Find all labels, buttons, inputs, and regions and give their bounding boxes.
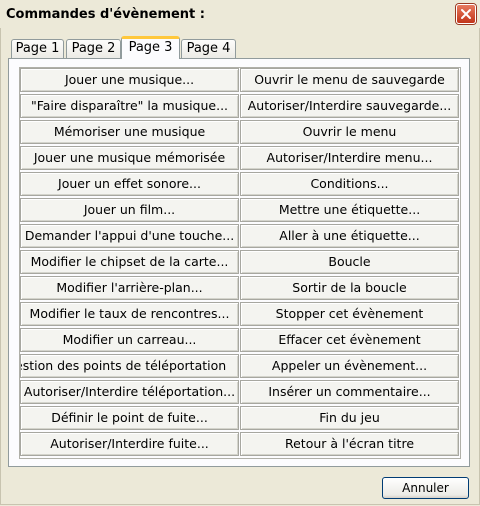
command-button-left[interactable]: Modifier un carreau... xyxy=(20,328,239,352)
command-button-left[interactable]: estion des points de téléportation xyxy=(20,354,239,378)
close-button[interactable] xyxy=(456,4,476,24)
command-button-right[interactable]: Insérer un commentaire... xyxy=(240,380,459,404)
close-icon xyxy=(461,9,471,19)
command-button-left[interactable]: Jouer une musique... xyxy=(20,68,239,92)
tab-page-2[interactable]: Page 2 xyxy=(66,39,121,58)
command-button-right[interactable]: Autoriser/Interdire menu... xyxy=(240,146,459,170)
command-button-right[interactable]: Stopper cet évènement xyxy=(240,302,459,326)
command-button-left[interactable]: Jouer une musique mémorisée xyxy=(20,146,239,170)
title-bar: Commandes d'évènement : xyxy=(0,0,480,30)
command-button-left[interactable]: Jouer un film... xyxy=(20,198,239,222)
command-button-left[interactable]: Modifier l'arrière-plan... xyxy=(20,276,239,300)
command-button-right[interactable]: Aller à une étiquette... xyxy=(240,224,459,248)
command-button-right[interactable]: Appeler un évènement... xyxy=(240,354,459,378)
command-button-right[interactable]: Effacer cet évènement xyxy=(240,328,459,352)
command-button-right[interactable]: Boucle xyxy=(240,250,459,274)
window-title: Commandes d'évènement : xyxy=(6,7,205,22)
command-button-right[interactable]: Mettre une étiquette... xyxy=(240,198,459,222)
command-button-left[interactable]: Mémoriser une musique xyxy=(20,120,239,144)
command-button-left[interactable]: Demander l'appui d'une touche... xyxy=(20,224,239,248)
command-button-left[interactable]: "Faire disparaître" la musique... xyxy=(20,94,239,118)
cancel-button[interactable]: Annuler xyxy=(382,477,469,499)
command-button-right[interactable]: Conditions... xyxy=(240,172,459,196)
command-button-right[interactable]: Ouvrir le menu xyxy=(240,120,459,144)
command-button-left[interactable]: Autoriser/Interdire fuite... xyxy=(20,432,239,456)
tab-page-1[interactable]: Page 1 xyxy=(11,39,64,58)
command-button-right[interactable]: Autoriser/Interdire sauvegarde... xyxy=(240,94,459,118)
command-button-right[interactable]: Retour à l'écran titre xyxy=(240,432,459,456)
command-button-right[interactable]: Ouvrir le menu de sauvegarde xyxy=(240,68,459,92)
command-button-left[interactable]: Jouer un effet sonore... xyxy=(20,172,239,196)
command-button-right[interactable]: Sortir de la boucle xyxy=(240,276,459,300)
command-button-left[interactable]: Autoriser/Interdire téléportation... xyxy=(20,380,239,404)
tab-page-4[interactable]: Page 4 xyxy=(181,39,236,58)
command-button-left[interactable]: Modifier le taux de rencontres... xyxy=(20,302,239,326)
tab-page-3[interactable]: Page 3 xyxy=(121,36,180,59)
command-button-left[interactable]: Définir le point de fuite... xyxy=(20,406,239,430)
command-button-right[interactable]: Fin du jeu xyxy=(240,406,459,430)
command-button-left[interactable]: Modifier le chipset de la carte... xyxy=(20,250,239,274)
